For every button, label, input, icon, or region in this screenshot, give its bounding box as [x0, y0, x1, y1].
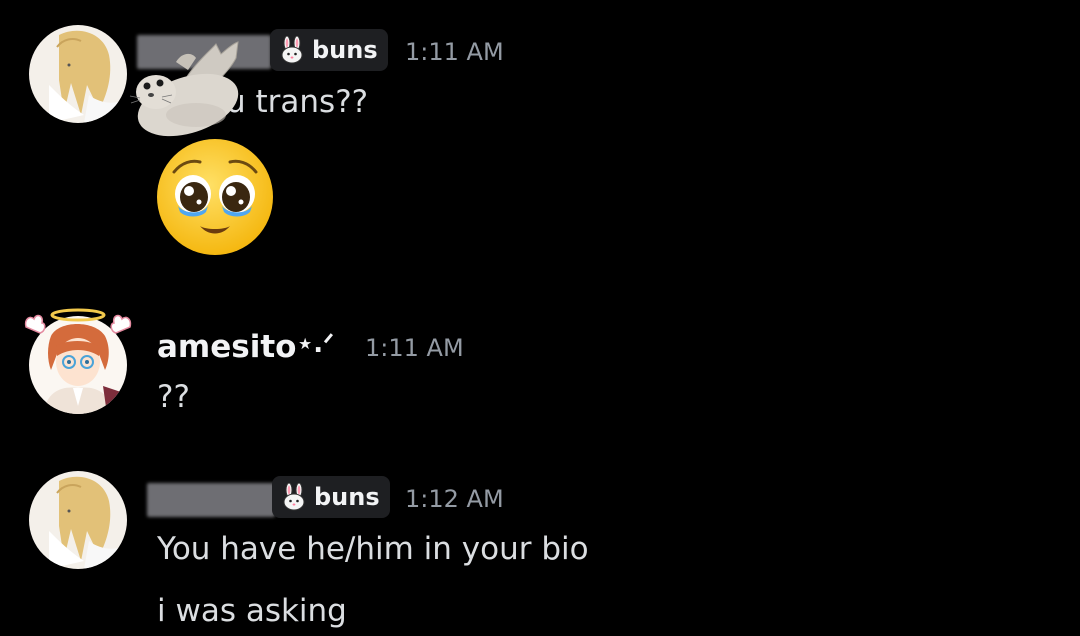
- message-1: buns 1:11 AM u trans??: [0, 0, 1080, 280]
- username-amesito[interactable]: amesito: [157, 329, 296, 365]
- avatar-buns[interactable]: [29, 471, 127, 569]
- server-tag[interactable]: buns: [272, 476, 390, 518]
- message-text: u trans??: [226, 84, 369, 120]
- redacted-username[interactable]: [147, 483, 275, 517]
- timestamp: 1:11 AM: [405, 38, 504, 66]
- timestamp: 1:11 AM: [365, 334, 464, 362]
- message-text: ??: [157, 379, 190, 415]
- server-tag[interactable]: buns: [270, 29, 388, 71]
- message-text: i was asking: [157, 593, 347, 629]
- avatar-decoration: [22, 305, 134, 345]
- message-3: buns 1:12 AM You have he/him in your bio…: [0, 455, 1080, 636]
- tag-label: buns: [312, 36, 378, 64]
- avatar-buns[interactable]: [29, 25, 127, 123]
- pleading-face-emoji[interactable]: [156, 138, 274, 256]
- seal-sticker: [126, 40, 244, 140]
- message-text: You have he/him in your bio: [157, 531, 589, 567]
- message-2: amesito ⋆.ᐟ 1:11 AM ??: [0, 300, 1080, 440]
- bunny-icon: [280, 483, 308, 511]
- username-suffix: ⋆.ᐟ: [297, 329, 335, 359]
- bunny-icon: [278, 36, 306, 64]
- timestamp: 1:12 AM: [405, 485, 504, 513]
- tag-label: buns: [314, 483, 380, 511]
